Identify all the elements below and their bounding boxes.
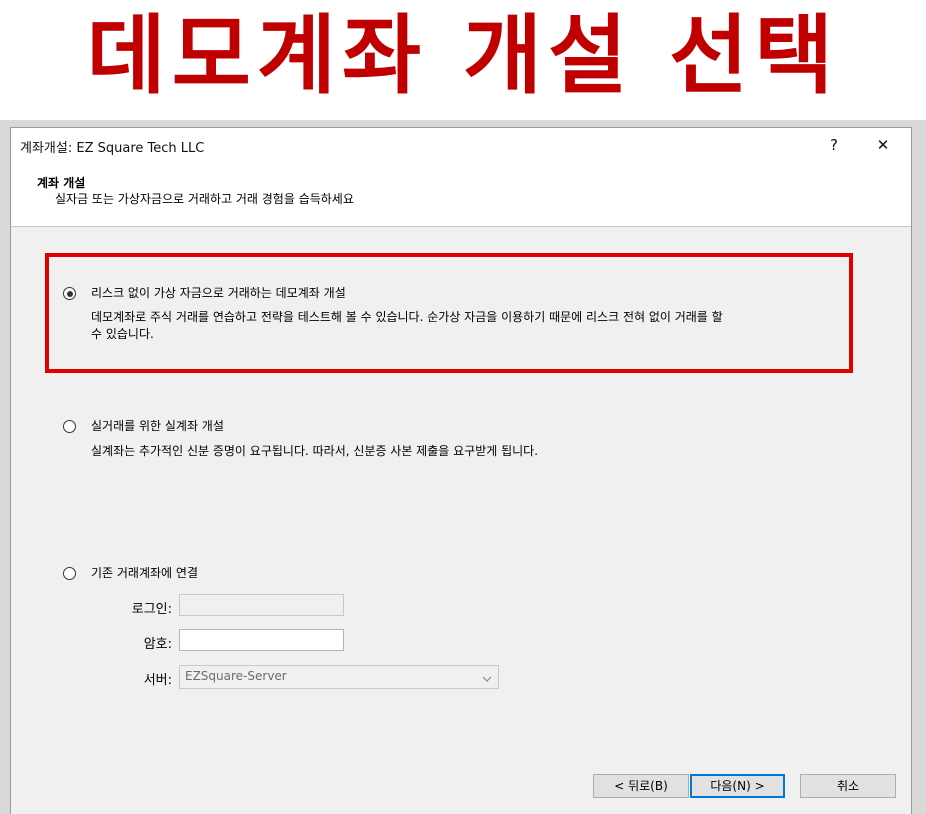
demo-account-desc-line1: 데모계좌로 주식 거래를 연습하고 전략을 테스트해 볼 수 있습니다. 순가상… (91, 310, 723, 324)
real-account-description: 실계좌는 추가적인 신분 증명이 요구됩니다. 따라서, 신분증 사본 제출을 … (91, 444, 539, 458)
demo-account-desc-line2: 수 있습니다. (91, 327, 154, 341)
banner: 데모계좌 개설 선택 (0, 0, 926, 120)
password-label: 암호: (143, 637, 172, 652)
demo-account-description: 데모계좌로 주식 거래를 연습하고 전략을 테스트해 볼 수 있습니다. 순가상… (91, 309, 851, 343)
dialog-header: 계좌 개설 실자금 또는 가상자금으로 거래하고 거래 경험을 습득하세요 (11, 162, 911, 227)
header-title: 계좌 개설 (37, 176, 86, 190)
login-field[interactable] (179, 594, 344, 616)
window-title: 계좌개설: EZ Square Tech LLC (20, 141, 205, 156)
server-label: 서버: (143, 673, 172, 688)
back-button[interactable]: < 뒤로(B) (593, 774, 689, 798)
demo-account-radio[interactable] (63, 287, 76, 300)
next-button[interactable]: 다음(N) > (690, 774, 785, 798)
login-label: 로그인: (131, 602, 172, 617)
server-select-value: EZSquare-Server (185, 669, 287, 683)
demo-account-label[interactable]: 리스크 없이 가상 자금으로 거래하는 데모계좌 개설 (91, 284, 346, 301)
real-account-radio[interactable] (63, 420, 76, 433)
real-account-label[interactable]: 실거래를 위한 실계좌 개설 (91, 417, 224, 434)
server-select[interactable]: EZSquare-Server (179, 665, 499, 689)
title-bar: 계좌개설: EZ Square Tech LLC ? ✕ (11, 128, 911, 162)
cancel-button[interactable]: 취소 (800, 774, 896, 798)
banner-title: 데모계좌 개설 선택 (86, 6, 840, 106)
help-button[interactable]: ? (814, 132, 854, 158)
account-open-dialog: 계좌개설: EZ Square Tech LLC ? ✕ 계좌 개설 실자금 또… (10, 127, 912, 814)
password-field[interactable] (179, 629, 344, 651)
header-subtitle: 실자금 또는 가상자금으로 거래하고 거래 경험을 습득하세요 (55, 192, 354, 206)
existing-account-label[interactable]: 기존 거래계좌에 연결 (91, 564, 198, 581)
close-button[interactable]: ✕ (863, 132, 903, 158)
chevron-down-icon (482, 672, 492, 686)
existing-account-radio[interactable] (63, 567, 76, 580)
